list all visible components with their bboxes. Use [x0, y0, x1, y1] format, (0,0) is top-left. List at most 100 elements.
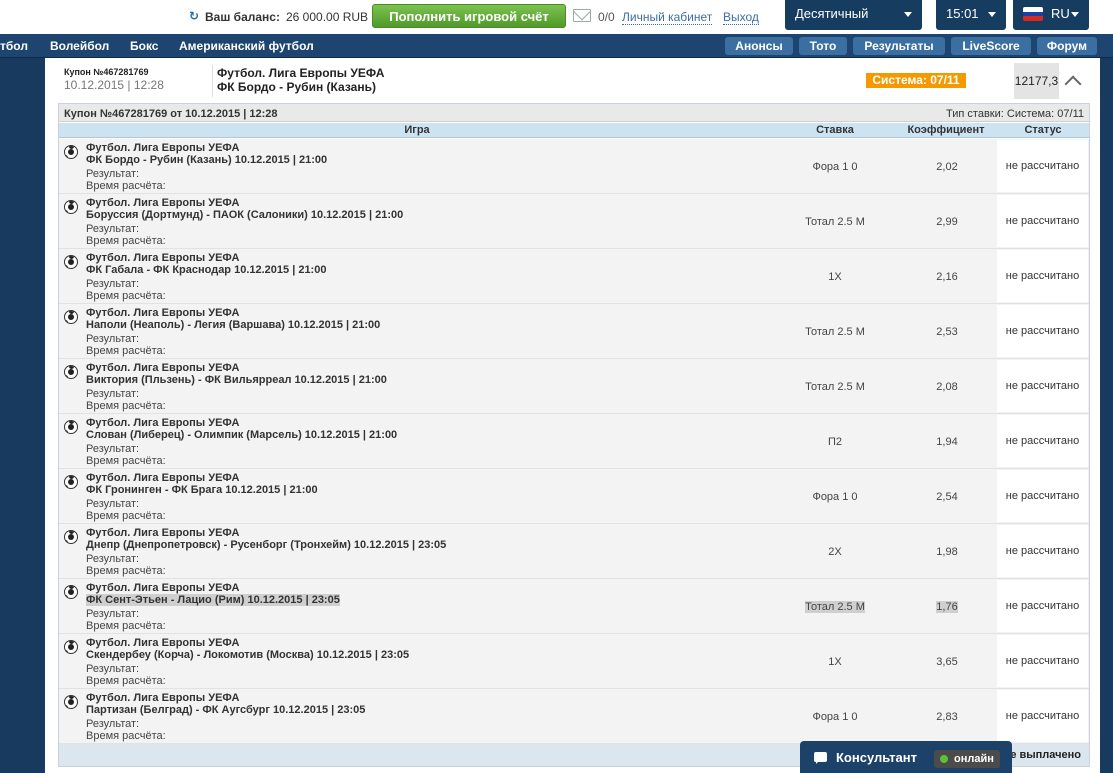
coupon-number: Купон №467281769	[64, 67, 149, 77]
row-bet-value: П2	[827, 436, 843, 448]
row-odds-value: 2,99	[936, 216, 958, 228]
football-icon	[64, 365, 78, 379]
row-odds: 2,53	[897, 326, 997, 338]
row-calc-time-label: Время расчёта:	[86, 455, 166, 467]
nav-item-boxing[interactable]: Бокс	[130, 39, 158, 53]
table-row: Футбол. Лига Европы УЕФА Скендербеу (Корч…	[59, 634, 1089, 689]
row-bet-value: Фора 1 0	[812, 491, 858, 503]
row-result-label: Результат:	[86, 553, 140, 565]
coupon-date: 10.12.2015 | 12:28	[64, 78, 164, 92]
row-status: не рассчитано	[997, 580, 1088, 632]
row-bet-value: Тотал 2.5 М	[805, 601, 865, 613]
nav-link-toto[interactable]: Тото	[799, 37, 847, 55]
row-calc-time-label: Время расчёта:	[86, 235, 166, 247]
coupon-title: Купон №467281769 от 10.12.2015 | 12:28	[64, 108, 278, 120]
row-bet: Фора 1 0	[775, 161, 895, 173]
row-match: Боруссия (Дортмунд) - ПАОК (Салоники) 10…	[86, 209, 404, 221]
coupon-match: ФК Бордо - Рубин (Казань)	[217, 80, 376, 94]
personal-cabinet-link[interactable]: Личный кабинет	[622, 10, 713, 25]
nav-item-football[interactable]: тбол	[0, 39, 28, 53]
row-result-label: Результат:	[86, 278, 140, 290]
row-match: ФК Гронинген - ФК Брага 10.12.2015 | 21:…	[86, 484, 318, 496]
football-icon	[64, 640, 78, 654]
row-bet: 1X	[775, 656, 895, 668]
football-icon	[64, 530, 78, 544]
nav-link-results[interactable]: Результаты	[853, 37, 945, 55]
table-row: Футбол. Лига Европы УЕФА ФК Гронинген - Ф…	[59, 469, 1089, 524]
logout-link[interactable]: Выход	[723, 10, 759, 25]
row-status: не рассчитано	[997, 250, 1088, 302]
row-bet: Тотал 2.5 М	[775, 601, 895, 613]
row-odds-value: 2,16	[936, 271, 958, 283]
nav-link-announcements[interactable]: Анонсы	[725, 37, 793, 55]
row-calc-time-label: Время расчёта:	[86, 565, 166, 577]
mail-icon[interactable]	[573, 9, 591, 22]
row-bet: Фора 1 0	[775, 711, 895, 723]
row-bet: Фора 1 0	[775, 491, 895, 503]
row-odds-value: 2,54	[936, 491, 958, 503]
nav-item-volleyball[interactable]: Волейбол	[50, 39, 109, 53]
odds-format-dropdown[interactable]: Десятичный	[785, 0, 922, 30]
row-odds-value: 2,02	[936, 161, 958, 173]
coupon-details-header: Купон №467281769 от 10.12.2015 | 12:28 Т…	[59, 104, 1089, 122]
row-status: не рассчитано	[997, 470, 1088, 522]
football-icon	[64, 145, 78, 159]
row-status: не рассчитано	[997, 525, 1088, 577]
football-icon	[64, 695, 78, 709]
row-bet: Тотал 2.5 М	[775, 216, 895, 228]
row-bet-value: Фора 1 0	[812, 711, 858, 723]
row-result-label: Результат:	[86, 663, 140, 675]
row-result-label: Результат:	[86, 718, 140, 730]
table-row: Футбол. Лига Европы УЕФА Днепр (Днепропет…	[59, 524, 1089, 579]
row-match: Слован (Либерец) - Олимпик (Марсель) 10.…	[86, 429, 398, 441]
row-league: Футбол. Лига Европы УЕФА	[86, 582, 240, 594]
row-bet-value: Тотал 2.5 М	[805, 326, 865, 338]
nav-item-american-football[interactable]: Американский футбол	[179, 39, 314, 53]
row-bet: 2X	[775, 546, 895, 558]
row-result-label: Результат:	[86, 443, 140, 455]
row-odds-value: 3,65	[936, 656, 958, 668]
row-status: не рассчитано	[997, 195, 1088, 247]
table-row: Футбол. Лига Европы УЕФА Наполи (Неаполь)…	[59, 304, 1089, 359]
language-dropdown[interactable]: RU	[1013, 0, 1089, 30]
row-calc-time-label: Время расчёта:	[86, 290, 166, 302]
row-status: не рассчитано	[997, 690, 1088, 742]
table-row: Футбол. Лига Европы УЕФА ФК Габала - ФК К…	[59, 249, 1089, 304]
row-league: Футбол. Лига Европы УЕФА	[86, 527, 240, 539]
row-calc-time-label: Время расчёта:	[86, 675, 166, 687]
row-match: Скендербеу (Корча) - Локомотив (Москва) …	[86, 649, 410, 661]
row-odds: 2,83	[897, 711, 997, 723]
coupon-league: Футбол. Лига Европы УЕФА	[217, 66, 385, 80]
row-status: не рассчитано	[997, 360, 1088, 412]
chevron-up-icon[interactable]	[1064, 75, 1082, 93]
row-odds: 1,98	[897, 546, 997, 558]
column-header-game: Игра	[404, 124, 430, 136]
row-match: Партизан (Белград) - ФК Аугсбург 10.12.2…	[86, 704, 366, 716]
row-odds: 2,99	[897, 216, 997, 228]
language-value: RU	[1051, 6, 1070, 21]
consultant-chat-widget[interactable]: Консультант онлайн	[800, 741, 1012, 773]
coupon-panel: Купон №467281769 10.12.2015 | 12:28 Футб…	[45, 58, 1100, 773]
row-status: не рассчитано	[997, 415, 1088, 467]
online-status-label: онлайн	[954, 753, 994, 765]
mail-count[interactable]: 0/0	[598, 10, 615, 24]
coupon-details: Купон №467281769 от 10.12.2015 | 12:28 Т…	[58, 103, 1090, 767]
refresh-balance-icon[interactable]: ↻	[189, 9, 201, 23]
row-status: не рассчитано	[997, 635, 1088, 687]
column-header-odds: Коэффициент	[907, 124, 985, 136]
topup-account-button[interactable]: Пополнить игровой счёт	[372, 4, 566, 28]
nav-link-livescore[interactable]: LiveScore	[951, 37, 1031, 55]
row-odds: 3,65	[897, 656, 997, 668]
row-odds-value: 2,53	[936, 326, 958, 338]
row-odds-value: 1,94	[936, 436, 958, 448]
nav-link-forum[interactable]: Форум	[1037, 37, 1097, 55]
time-dropdown[interactable]: 15:01	[936, 0, 1006, 30]
row-match: Виктория (Пльзень) - ФК Вильярреал 10.12…	[86, 374, 387, 386]
row-odds: 2,16	[897, 271, 997, 283]
table-row: Футбол. Лига Европы УЕФА Слован (Либерец)…	[59, 414, 1089, 469]
row-odds-value: 2,83	[936, 711, 958, 723]
football-icon	[64, 200, 78, 214]
football-icon	[64, 420, 78, 434]
row-bet: 1X	[775, 271, 895, 283]
row-league: Футбол. Лига Европы УЕФА	[86, 362, 240, 374]
